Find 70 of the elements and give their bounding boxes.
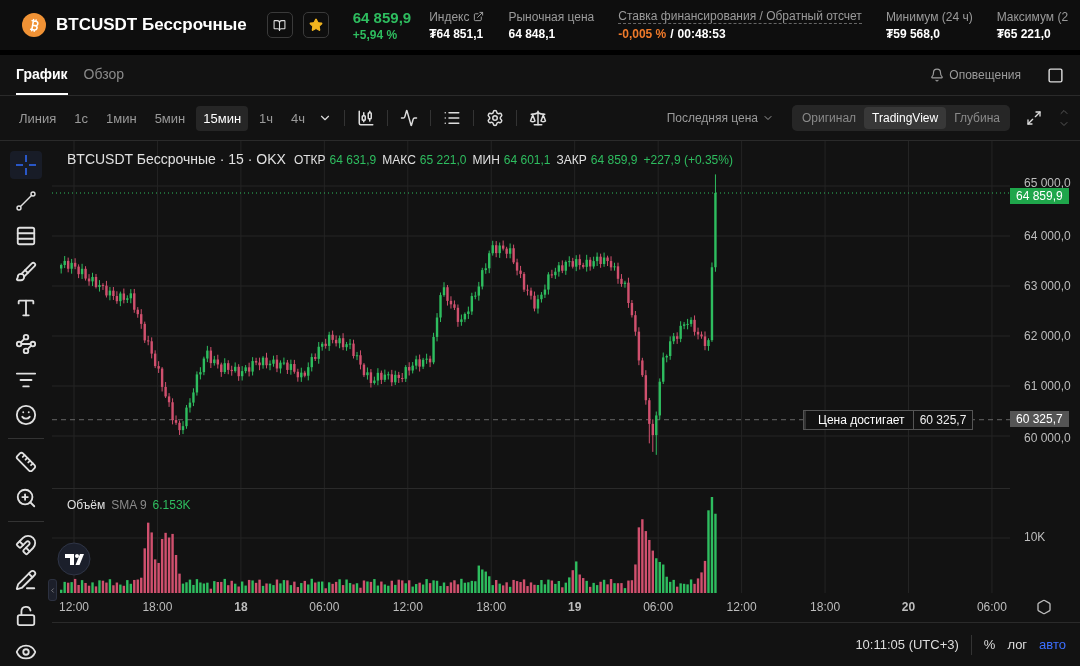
time-axis-label: 18:00 bbox=[476, 600, 507, 614]
symbol-title: BTCUSDT Бессрочные bbox=[56, 15, 247, 35]
time-axis-label: 18:00 bbox=[142, 600, 173, 614]
ohlc-value: 64 601,1 bbox=[503, 153, 551, 167]
alerts-button[interactable]: Оповещения bbox=[930, 55, 1021, 95]
price-axis-label: 60 000,0 bbox=[1024, 431, 1071, 445]
time-axis-label: 06:00 bbox=[976, 600, 1007, 614]
time-axis-label: 19 bbox=[568, 600, 582, 614]
view-option[interactable]: TradingView bbox=[864, 107, 947, 129]
price-alert[interactable]: Цена достигает 60 325,7 bbox=[803, 409, 974, 430]
volume-indicator: SMA 9 bbox=[111, 498, 147, 512]
interval-button[interactable]: 15мин bbox=[196, 105, 249, 131]
volume-axis-label: 10K bbox=[1024, 530, 1046, 544]
time-axis-label: 18 bbox=[234, 600, 248, 614]
interval-button[interactable]: 1ч bbox=[252, 105, 281, 131]
view-option[interactable]: Оригинал bbox=[794, 107, 865, 129]
alert-price-badge: 60 325,7 bbox=[1010, 410, 1069, 427]
ohlc-value: 64 859,9 bbox=[590, 153, 638, 167]
interval-button[interactable]: 1с bbox=[67, 105, 95, 131]
stat-label: Максимум (2 bbox=[996, 9, 1069, 24]
stat-label[interactable]: Ставка финансирования / Обратный отсчет bbox=[618, 9, 862, 24]
interval-button[interactable]: 5мин bbox=[147, 105, 193, 131]
funding-rate: -0,005 % bbox=[618, 27, 667, 41]
last-price: 64 859,9 bbox=[352, 8, 412, 26]
stat-label: Минимум (24 ч) bbox=[885, 9, 973, 24]
time-axis-label: 06:00 bbox=[309, 600, 340, 614]
stat-value: 64 848,1 bbox=[508, 26, 557, 41]
stat-label: Индекс bbox=[429, 9, 470, 24]
price-axis-label: 62 000,0 bbox=[1024, 329, 1071, 343]
time-axis-label: 12:00 bbox=[392, 600, 423, 614]
chart-title: BTCUSDT Бессрочные · 15 · OKX bbox=[67, 151, 286, 167]
volume-label: Объём bbox=[67, 498, 106, 512]
time-axis-label: 18:00 bbox=[810, 600, 841, 614]
time-axis-label: 06:00 bbox=[643, 600, 674, 614]
view-option[interactable]: Глубина bbox=[946, 107, 1008, 129]
alert-label: Цена достигает bbox=[804, 410, 914, 429]
last-price-badge: 64 859,9 bbox=[1010, 188, 1069, 204]
ohlc-label: ЗАКР bbox=[556, 153, 587, 167]
interval-button[interactable]: 1мин bbox=[99, 105, 144, 131]
price-axis-label: 63 000,0 bbox=[1024, 279, 1071, 293]
tab[interactable]: Обзор bbox=[83, 55, 125, 95]
tab[interactable]: График bbox=[16, 55, 68, 95]
ohlc-label: ОТКР bbox=[293, 153, 326, 167]
price-axis-label: 64 000,0 bbox=[1024, 229, 1071, 243]
time-axis-label: 12:00 bbox=[59, 600, 89, 614]
stat-label: Рыночная цена bbox=[508, 9, 595, 24]
scale-mode-button[interactable]: авто bbox=[1039, 637, 1066, 652]
price-source-dropdown[interactable]: Последняя цена bbox=[660, 110, 780, 126]
ohlc-value: 64 631,9 bbox=[329, 153, 377, 167]
candle-change: +227,9 (+0.35%) bbox=[643, 153, 733, 167]
separator: / bbox=[670, 27, 674, 41]
scale-mode-button[interactable]: лог bbox=[1007, 637, 1028, 652]
ohlc-label: МАКС bbox=[382, 153, 416, 167]
ohlc-value: 65 221,0 bbox=[419, 153, 467, 167]
price-change: +5,94 % bbox=[352, 27, 399, 42]
stat-value: ₮65 221,0 bbox=[996, 26, 1052, 41]
stat-value: ₮64 851,1 bbox=[429, 26, 485, 41]
alert-value: 60 325,7 bbox=[918, 411, 968, 429]
stat-value: ₮59 568,0 bbox=[885, 26, 941, 41]
volume-value: 6.153K bbox=[152, 498, 191, 512]
countdown: 00:48:53 bbox=[677, 27, 726, 41]
price-axis-label: 65 000,0 bbox=[1024, 176, 1071, 190]
ohlc-label: МИН bbox=[472, 153, 500, 167]
time-axis-label: 20 bbox=[901, 600, 916, 614]
scale-mode-button[interactable]: % bbox=[983, 637, 996, 652]
time-axis-label: 12:00 bbox=[726, 600, 757, 614]
price-axis-label: 61 000,0 bbox=[1024, 379, 1071, 393]
interval-button[interactable]: Линия bbox=[12, 105, 64, 131]
clock: 10:11:05 (UTC+3) bbox=[855, 637, 959, 652]
interval-button[interactable]: 4ч bbox=[284, 105, 313, 131]
